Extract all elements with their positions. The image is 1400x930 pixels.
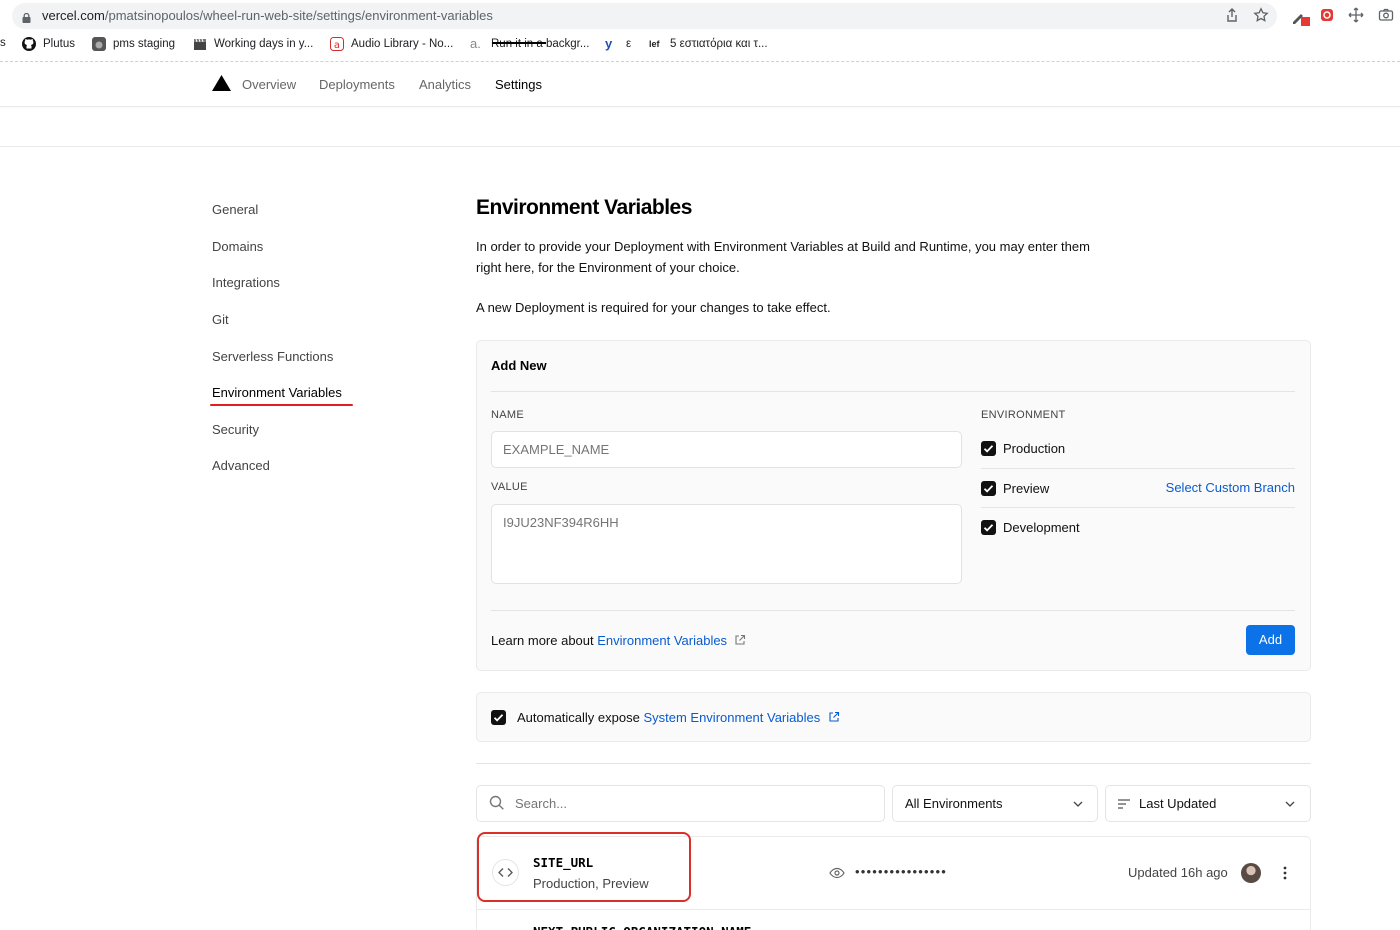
highlight-annotation	[477, 832, 691, 902]
variable-name[interactable]: NEXT_PUBLIC_ORGANIZATION_NAME	[533, 924, 751, 930]
active-item-underline	[210, 404, 353, 406]
url-host: vercel.com	[42, 8, 105, 23]
sidebar-item-advanced[interactable]: Advanced	[212, 458, 270, 473]
camera-extension-icon[interactable]	[1378, 7, 1394, 23]
search-input[interactable]	[515, 793, 875, 813]
divider	[491, 391, 1295, 392]
preview-checkbox[interactable]	[981, 481, 996, 496]
top-navigation: Overview Deployments Analytics Settings	[0, 62, 1400, 107]
eye-icon[interactable]	[829, 866, 845, 885]
tab-analytics[interactable]: Analytics	[419, 77, 471, 92]
move-extension-icon[interactable]	[1348, 7, 1364, 23]
share-icon[interactable]	[1224, 7, 1240, 23]
add-button[interactable]: Add	[1246, 625, 1295, 655]
letter-a-icon: a.	[470, 36, 481, 51]
sidebar-item-general[interactable]: General	[212, 202, 258, 217]
yandex-icon: y	[605, 36, 613, 51]
select-custom-branch-link[interactable]: Select Custom Branch	[1166, 480, 1295, 495]
tab-overview[interactable]: Overview	[242, 77, 296, 92]
table-row-divider	[477, 909, 1310, 910]
sidebar-item-domains[interactable]: Domains	[212, 239, 263, 254]
external-link-icon[interactable]	[734, 633, 746, 651]
checkmark-icon	[983, 485, 994, 493]
bookmark-item[interactable]: Plutus	[22, 37, 75, 51]
sidebar-item-environment-variables[interactable]: Environment Variables	[212, 385, 342, 400]
bookmark-item[interactable]: lef 5 εστιατόρια και τ...	[649, 37, 768, 51]
bookmark-item[interactable]: y ε	[605, 37, 631, 51]
page-title: Environment Variables	[476, 196, 692, 219]
extension-gear-icon[interactable]	[1319, 7, 1335, 23]
tab-deployments[interactable]: Deployments	[319, 77, 395, 92]
sort-icon	[1117, 797, 1131, 815]
search-icon	[489, 795, 505, 816]
development-label: Development	[1003, 520, 1080, 535]
bookmark-item[interactable]: s	[0, 37, 6, 49]
environment-label: ENVIRONMENT	[981, 409, 1066, 421]
lock-icon	[22, 10, 31, 23]
star-icon[interactable]	[1253, 7, 1269, 23]
divider	[981, 507, 1295, 508]
bookmark-item[interactable]: a Audio Library - No...	[330, 37, 453, 51]
checkmark-icon	[983, 524, 994, 532]
auto-expose-text: Automatically expose System Environment …	[517, 710, 821, 725]
auto-expose-checkbox[interactable]	[491, 710, 506, 725]
deployment-note: A new Deployment is required for your ch…	[476, 300, 831, 315]
checkmark-icon	[983, 445, 994, 453]
lef-icon: lef	[649, 39, 660, 49]
chevron-down-icon	[1284, 797, 1296, 815]
eyedropper-extension-icon[interactable]	[1290, 7, 1310, 26]
sidebar-item-integrations[interactable]: Integrations	[212, 275, 280, 290]
add-new-heading: Add New	[491, 358, 547, 373]
updated-timestamp: Updated 16h ago	[1128, 865, 1228, 880]
bookmarks-bar: s Plutus pms staging Working days in y..…	[0, 37, 1400, 53]
external-link-icon[interactable]	[828, 710, 840, 728]
masked-value: ••••••••••••••••	[855, 864, 948, 879]
avatar	[1241, 863, 1261, 883]
value-input[interactable]	[491, 504, 962, 584]
svg-text:a: a	[334, 40, 340, 51]
name-label: NAME	[491, 409, 524, 421]
clapper-icon	[193, 37, 207, 51]
app-icon	[92, 37, 106, 51]
production-label: Production	[1003, 441, 1066, 456]
bookmark-item[interactable]: pms staging	[92, 37, 175, 51]
divider	[981, 468, 1295, 469]
github-icon	[22, 37, 36, 51]
name-input[interactable]	[491, 431, 962, 468]
vercel-logo-icon[interactable]	[212, 75, 231, 96]
intro-text: In order to provide your Deployment with…	[476, 239, 1090, 275]
more-options-icon[interactable]	[1278, 865, 1292, 886]
environment-variables-docs-link[interactable]: Environment Variables	[597, 633, 727, 648]
divider	[476, 763, 1311, 764]
sort-select-value: Last Updated	[1139, 796, 1217, 811]
sidebar-item-serverless-functions[interactable]: Serverless Functions	[212, 349, 333, 364]
url-path: /pmatsinopoulos/wheel-run-web-site/setti…	[104, 8, 493, 23]
production-checkbox[interactable]	[981, 441, 996, 456]
bookmark-item[interactable]: Working days in y...	[193, 37, 313, 51]
environment-select-value: All Environments	[905, 796, 1003, 811]
chevron-down-icon	[1072, 797, 1084, 815]
sidebar-item-security[interactable]: Security	[212, 422, 259, 437]
bookmark-item[interactable]: a. Run it in a backgr...	[470, 37, 589, 51]
audio-library-icon: a	[330, 37, 344, 51]
preview-label: Preview	[1003, 481, 1050, 496]
sidebar-item-git[interactable]: Git	[212, 312, 229, 327]
checkmark-icon	[493, 714, 504, 722]
system-environment-variables-link[interactable]: System Environment Variables	[643, 710, 820, 725]
active-tab-indicator	[492, 42, 546, 44]
value-label: VALUE	[491, 481, 528, 493]
development-checkbox[interactable]	[981, 520, 996, 535]
divider	[491, 610, 1295, 611]
learn-more-text: Learn more about Environment Variables	[491, 633, 728, 648]
header-divider	[0, 146, 1400, 147]
tab-settings[interactable]: Settings	[495, 77, 542, 92]
url-text[interactable]: vercel.com/pmatsinopoulos/wheel-run-web-…	[42, 8, 493, 23]
